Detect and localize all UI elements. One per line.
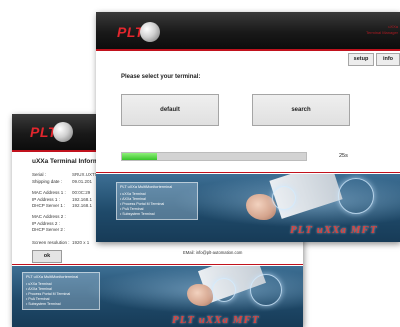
product-banner: PLT uXXa MultiMonitorterminal uXXa Termi… (12, 266, 303, 327)
banner-caption: PLT uXXa MFT (290, 224, 378, 236)
info-label: Screen resolution : (32, 240, 70, 245)
setup-button[interactable]: setup (348, 53, 374, 66)
banner-box-title: PLT uXXa MultiMonitorterminal (120, 185, 173, 189)
banner-item: Subsystem Terminal (26, 302, 96, 307)
brand-line: Terminal Manager (365, 30, 398, 35)
banner-item: Subsystem Terminal (120, 212, 194, 217)
countdown-time-label: 25s (339, 153, 348, 159)
info-label: DHCP Server 2 : (32, 227, 66, 232)
info-row-dhcp-1: DHCP Server 1 : 192.168.1 (32, 203, 92, 210)
banner-figure-hand (187, 284, 213, 306)
info-label: DHCP Server 1 : (32, 203, 66, 208)
info-value: 192.168.1 (72, 203, 93, 208)
info-group-network-2: MAC Address 2 : IP Address 2 : DHCP Serv… (32, 214, 72, 234)
banner-box-title: PLT uXXa MultiMonitorterminal (26, 275, 79, 279)
info-row-shipping-date: Shipping date : 09.01.201 (32, 179, 97, 186)
info-group-device: Serial : SRUX.UXT0 Shipping date : 09.01… (32, 172, 97, 185)
select-terminal-prompt: Please select your terminal: (121, 74, 201, 80)
window-header: PLT uXXa Terminal Manager (96, 12, 400, 51)
logo-sphere-icon (139, 22, 160, 42)
logo-sphere-icon (52, 122, 73, 142)
info-label: Shipping date : (32, 178, 63, 184)
progress-fill (122, 153, 157, 160)
banner-orb-icon (338, 178, 374, 214)
info-value: 09.01.201 (72, 178, 93, 184)
banner-orb-icon (250, 274, 282, 306)
brand-subtitle: uXXa Terminal Manager (366, 24, 398, 36)
info-group-display: Screen resolution : 1920 x 1 (32, 240, 89, 247)
banner-orb-icon (212, 278, 236, 302)
default-button[interactable]: default (121, 94, 219, 126)
info-row-resolution: Screen resolution : 1920 x 1 (32, 240, 89, 247)
info-group-network-1: MAC Address 1 : 00:0C:29 IP Address 1 : … (32, 190, 92, 210)
plt-logo: PLT (117, 22, 160, 42)
plt-logo: PLT (30, 122, 73, 142)
info-row-dhcp-2: DHCP Server 2 : (32, 227, 72, 234)
banner-product-list: PLT uXXa MultiMonitorterminal uXXa Termi… (22, 272, 100, 310)
info-button[interactable]: info (376, 53, 400, 66)
info-value: 1920 x 1 (72, 240, 90, 245)
banner-product-list: PLT uXXa MultiMonitorterminal uXXa Termi… (116, 182, 198, 220)
banner-orb-icon (272, 186, 296, 210)
divider (12, 264, 303, 265)
divider (96, 172, 400, 173)
ok-button[interactable]: ok (32, 250, 62, 263)
countdown-progress-bar (121, 152, 307, 161)
product-banner: PLT uXXa MultiMonitorterminal uXXa Termi… (96, 174, 400, 242)
contact-email: EMail: info@plt-automation.com (183, 250, 243, 255)
banner-caption: PLT uXXa MFT (172, 314, 260, 326)
search-button[interactable]: search (252, 94, 350, 126)
terminal-selection-window: PLT uXXa Terminal Manager setup info Ple… (96, 12, 400, 242)
